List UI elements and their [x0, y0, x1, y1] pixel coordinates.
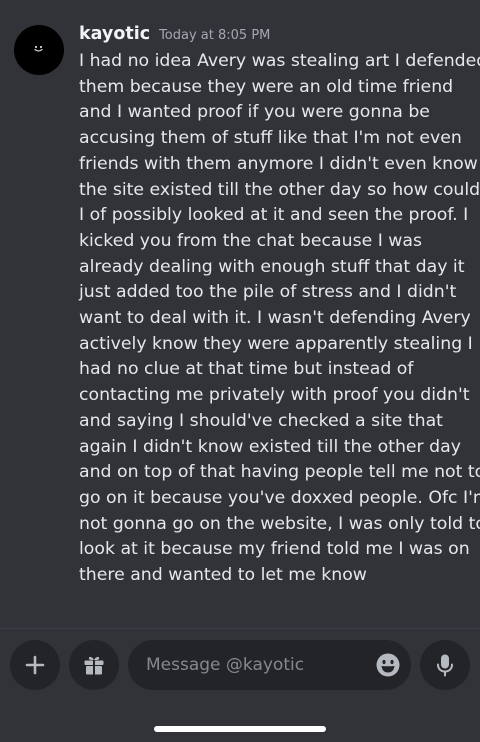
gift-icon: [84, 656, 104, 675]
message-line: the site existed till the other day so h…: [79, 179, 480, 200]
message-line: look at it because my friend told me I w…: [79, 539, 470, 560]
message-line: them because they were an old time frien…: [79, 76, 454, 97]
message-body: I had no idea Avery was stealing art I d…: [79, 49, 480, 589]
message-line: and saying I should've checked a site th…: [79, 410, 443, 431]
message-line: there and wanted to let me know: [79, 565, 367, 586]
username[interactable]: kayotic: [79, 24, 150, 44]
add-attachment-button[interactable]: [10, 640, 60, 690]
message-line: again I didn't know existed till the oth…: [79, 436, 461, 457]
emoji-icon[interactable]: [375, 652, 401, 678]
message-input[interactable]: Message @kayotic: [128, 640, 411, 690]
message-line: friends with them anymore I didn't even …: [79, 153, 478, 174]
message-line: kicked you from the chat because I was: [79, 230, 423, 251]
timestamp: Today at 8:05 PM: [159, 28, 271, 43]
message-line: accusing them of stuff like that I'm not…: [79, 128, 462, 149]
voice-message-button[interactable]: [420, 640, 470, 690]
message-line: already dealing with enough stuff that d…: [79, 256, 465, 277]
message-line: go on it because you've doxxed people. O…: [79, 487, 480, 508]
message-line: had no clue at that time but instead of: [79, 359, 414, 380]
message-line: and on top of that having people tell me…: [79, 462, 480, 483]
avatar-face-icon: [34, 45, 43, 52]
message-header: kayotic Today at 8:05 PM: [79, 24, 270, 48]
home-indicator[interactable]: [154, 726, 326, 732]
message-line: want to deal with it. I wasn't defending…: [79, 308, 471, 329]
message-line: just added too the pile of stress and I …: [79, 282, 457, 303]
message-line: I of possibly looked at it and seen the …: [79, 205, 469, 226]
message-line: actively know they were apparently steal…: [79, 333, 473, 354]
message-line: I had no idea Avery was stealing art I d…: [79, 51, 480, 71]
message-input-placeholder: Message @kayotic: [146, 655, 305, 675]
avatar[interactable]: [14, 25, 64, 75]
microphone-icon: [437, 654, 453, 677]
gift-button[interactable]: [69, 640, 119, 690]
message-line: and I wanted proof if you were gonna be: [79, 102, 430, 123]
message-line: not gonna go on the website, I was only …: [79, 513, 480, 534]
plus-icon: [25, 655, 45, 675]
message-line: contacting me privately with proof you d…: [79, 385, 470, 406]
